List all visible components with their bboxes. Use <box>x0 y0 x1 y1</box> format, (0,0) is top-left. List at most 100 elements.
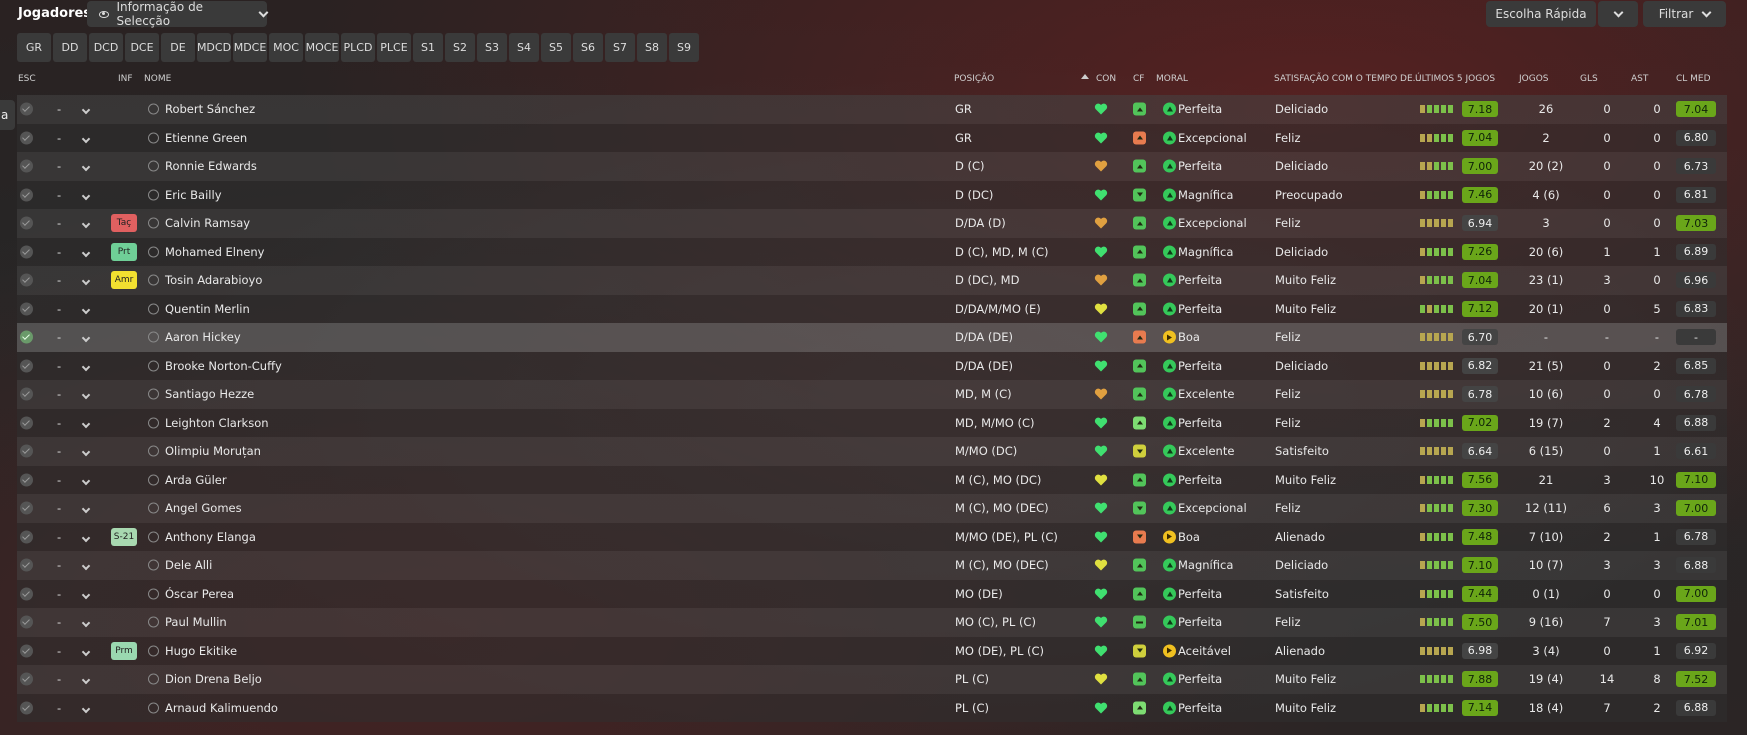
col-ultimos[interactable]: ÚLTIMOS 5 JOGOS <box>1415 74 1495 84</box>
table-row[interactable]: - Angel Gomes M (C), MO (DEC) Excepcional Fe… <box>17 494 1727 523</box>
squad-status[interactable]: - <box>57 701 61 715</box>
table-row[interactable]: - Etienne Green GR Excepcional Feliz 7.04 2 0 0 6… <box>17 123 1727 152</box>
squad-status[interactable]: - <box>57 216 61 230</box>
player-name[interactable]: Angel Gomes <box>165 501 242 515</box>
position-filter-s4[interactable]: S4 <box>509 33 539 62</box>
squad-status[interactable]: - <box>57 359 61 373</box>
col-nome[interactable]: NOME <box>144 74 171 84</box>
player-name[interactable]: Dion Drena Beljo <box>165 672 262 686</box>
table-row[interactable]: - Arda Güler M (C), MO (DC) Perfeita Muito F… <box>17 465 1727 494</box>
player-name[interactable]: Óscar Perea <box>165 587 234 601</box>
position-filter-s5[interactable]: S5 <box>541 33 571 62</box>
chevron-down-icon[interactable] <box>81 558 91 572</box>
chevron-down-icon[interactable] <box>81 302 91 316</box>
quick-pick-dropdown[interactable] <box>1598 1 1638 27</box>
select-check-icon[interactable] <box>20 159 33 173</box>
select-check-icon[interactable] <box>20 245 33 259</box>
col-moral[interactable]: MORAL <box>1156 74 1188 84</box>
player-name[interactable]: Quentin Merlin <box>165 302 250 316</box>
squad-status[interactable]: - <box>57 644 61 658</box>
position-filter-s1[interactable]: S1 <box>413 33 443 62</box>
chevron-down-icon[interactable] <box>81 131 91 145</box>
player-name[interactable]: Anthony Elanga <box>165 530 256 544</box>
table-row[interactable]: - Prm Hugo Ekitike MO (DE), PL (C) Aceitável… <box>17 636 1727 665</box>
select-check-icon[interactable] <box>20 672 33 686</box>
select-check-icon[interactable] <box>20 188 33 202</box>
position-filter-de[interactable]: DE <box>161 33 195 62</box>
select-check-icon[interactable] <box>20 558 33 572</box>
chevron-down-icon[interactable] <box>81 473 91 487</box>
position-filter-s8[interactable]: S8 <box>637 33 667 62</box>
position-filter-s9[interactable]: S9 <box>669 33 699 62</box>
table-row[interactable]: - Dele Alli M (C), MO (DEC) Magnífica Delici… <box>17 551 1727 580</box>
select-check-icon[interactable] <box>20 644 33 658</box>
table-row[interactable]: - Paul Mullin MO (C), PL (C) Perfeita Feliz 7… <box>17 608 1727 637</box>
player-name[interactable]: Aaron Hickey <box>165 330 241 344</box>
player-name[interactable]: Santiago Hezze <box>165 387 254 401</box>
side-panel-tab[interactable]: a <box>0 100 15 130</box>
select-check-icon[interactable] <box>20 587 33 601</box>
select-check-icon[interactable] <box>20 387 33 401</box>
player-name[interactable]: Arda Güler <box>165 473 227 487</box>
filter-button[interactable]: Filtrar <box>1643 1 1726 27</box>
position-filter-plcd[interactable]: PLCD <box>341 33 375 62</box>
table-row[interactable]: - Arnaud Kalimuendo PL (C) Perfeita Muito Fe… <box>17 693 1727 722</box>
chevron-down-icon[interactable] <box>81 273 91 287</box>
table-row[interactable]: - Prt Mohamed Elneny D (C), MD, M (C) Magníf… <box>17 237 1727 266</box>
squad-status[interactable]: - <box>57 530 61 544</box>
select-check-icon[interactable] <box>20 473 33 487</box>
chevron-down-icon[interactable] <box>81 644 91 658</box>
table-row[interactable]: - Ronnie Edwards D (C) Perfeita Deliciado 7.0… <box>17 152 1727 181</box>
squad-status[interactable]: - <box>57 444 61 458</box>
table-row[interactable]: - Leighton Clarkson MD, M/MO (C) Perfeita Fe… <box>17 408 1727 437</box>
position-filter-s7[interactable]: S7 <box>605 33 635 62</box>
col-inf[interactable]: INF <box>118 74 133 84</box>
chevron-down-icon[interactable] <box>81 387 91 401</box>
player-name[interactable]: Mohamed Elneny <box>165 245 264 259</box>
position-filter-dd[interactable]: DD <box>53 33 87 62</box>
select-check-icon[interactable] <box>20 216 33 230</box>
player-name[interactable]: Paul Mullin <box>165 615 227 629</box>
squad-status[interactable]: - <box>57 501 61 515</box>
select-check-icon[interactable] <box>20 416 33 430</box>
chevron-down-icon[interactable] <box>81 615 91 629</box>
col-gls[interactable]: GLS <box>1580 74 1598 84</box>
position-filter-s6[interactable]: S6 <box>573 33 603 62</box>
player-name[interactable]: Leighton Clarkson <box>165 416 269 430</box>
squad-status[interactable]: - <box>57 188 61 202</box>
select-check-icon[interactable] <box>20 359 33 373</box>
position-filter-s3[interactable]: S3 <box>477 33 507 62</box>
table-row[interactable]: - Aaron Hickey D/DA (DE) Boa Feliz 6.70 - - - - <box>17 323 1727 352</box>
squad-status[interactable]: - <box>57 159 61 173</box>
table-row[interactable]: - Eric Bailly D (DC) Magnífica Preocupado 7.4… <box>17 180 1727 209</box>
select-check-icon[interactable] <box>20 530 33 544</box>
position-filter-gr[interactable]: GR <box>17 33 51 62</box>
col-clmed[interactable]: CL MED <box>1676 74 1711 84</box>
chevron-down-icon[interactable] <box>81 359 91 373</box>
col-esc[interactable]: ESC <box>18 74 36 84</box>
select-check-icon[interactable] <box>20 501 33 515</box>
select-check-icon[interactable] <box>20 444 33 458</box>
table-row[interactable]: - Santiago Hezze MD, M (C) Excelente Feliz 6.… <box>17 380 1727 409</box>
position-filter-moc[interactable]: MOC <box>269 33 303 62</box>
player-name[interactable]: Calvin Ramsay <box>165 216 250 230</box>
chevron-down-icon[interactable] <box>81 102 91 116</box>
chevron-down-icon[interactable] <box>81 330 91 344</box>
table-row[interactable]: - Brooke Norton-Cuffy D/DA (DE) Perfeita Del… <box>17 351 1727 380</box>
chevron-down-icon[interactable] <box>81 530 91 544</box>
squad-status[interactable]: - <box>57 330 61 344</box>
squad-status[interactable]: - <box>57 102 61 116</box>
chevron-down-icon[interactable] <box>81 501 91 515</box>
chevron-down-icon[interactable] <box>81 188 91 202</box>
player-name[interactable]: Etienne Green <box>165 131 247 145</box>
player-name[interactable]: Olimpiu Moruțan <box>165 444 261 458</box>
squad-status[interactable]: - <box>57 416 61 430</box>
view-select-dropdown[interactable]: Informação de Selecção <box>87 0 269 28</box>
select-check-icon[interactable] <box>20 302 33 316</box>
position-filter-plce[interactable]: PLCE <box>377 33 411 62</box>
position-filter-mdcd[interactable]: MDCD <box>197 33 231 62</box>
select-check-icon[interactable] <box>20 701 33 715</box>
table-row[interactable]: - Amr Tosin Adarabioyo D (DC), MD Perfeita Mu… <box>17 266 1727 295</box>
col-jogos[interactable]: JOGOS <box>1519 74 1549 84</box>
player-name[interactable]: Arnaud Kalimuendo <box>165 701 278 715</box>
